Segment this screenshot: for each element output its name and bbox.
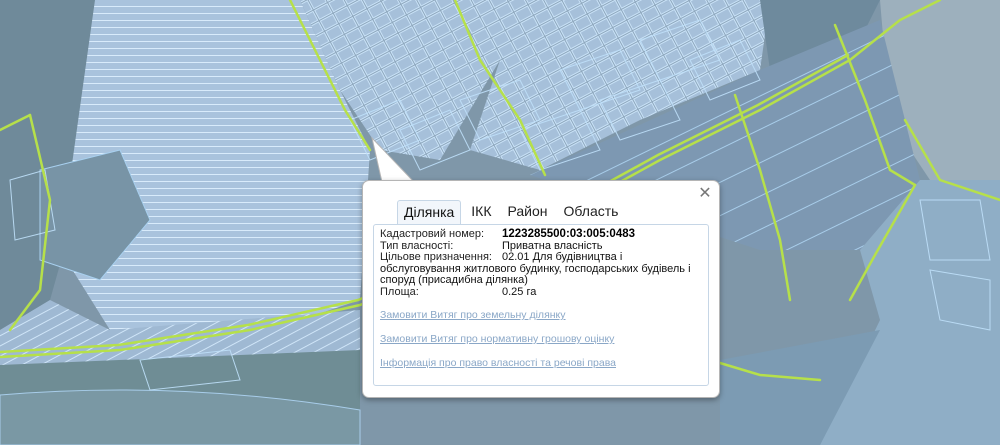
area-row: Площа: 0.25 га xyxy=(380,285,704,299)
parcel-info: Кадастровий номер: 1223285500:03:005:048… xyxy=(380,228,704,299)
order-valuation-extract-link[interactable]: Замовити Витяг про нормативну грошову оц… xyxy=(380,333,614,345)
tab-ikk[interactable]: ІКК xyxy=(465,200,497,224)
popup-tabs: Ділянка ІКК Район Область xyxy=(397,200,628,225)
purpose-value-line1: 02.01 Для будівництва і xyxy=(502,251,623,263)
close-icon[interactable]: ✕ xyxy=(697,185,713,201)
purpose-label: Цільове призначення: xyxy=(380,251,492,263)
parcel-details-panel: Кадастровий номер: 1223285500:03:005:048… xyxy=(373,224,709,386)
purpose-value-rest: обслуговування житлового будинку, господ… xyxy=(380,262,691,286)
area-value: 0.25 га xyxy=(502,285,537,298)
order-land-extract-link[interactable]: Замовити Витяг про земельну ділянку xyxy=(380,309,566,321)
cadastral-value: 1223285500:03:005:0483 xyxy=(502,228,636,240)
tab-region[interactable]: Область xyxy=(558,200,625,224)
tab-parcel[interactable]: Ділянка xyxy=(397,200,462,225)
cadastral-label: Кадастровий номер: xyxy=(380,228,485,240)
cadastral-row: Кадастровий номер: 1223285500:03:005:048… xyxy=(380,228,704,241)
ownership-rights-info-link[interactable]: Інформація про право власності та речові… xyxy=(380,357,616,369)
purpose-row: Цільове призначення: 02.01 Для будівницт… xyxy=(380,251,704,264)
tab-district[interactable]: Район xyxy=(502,200,554,224)
area-label: Площа: xyxy=(380,285,419,298)
parcel-info-popup: ✕ Ділянка ІКК Район Область Кадастровий … xyxy=(362,180,720,398)
